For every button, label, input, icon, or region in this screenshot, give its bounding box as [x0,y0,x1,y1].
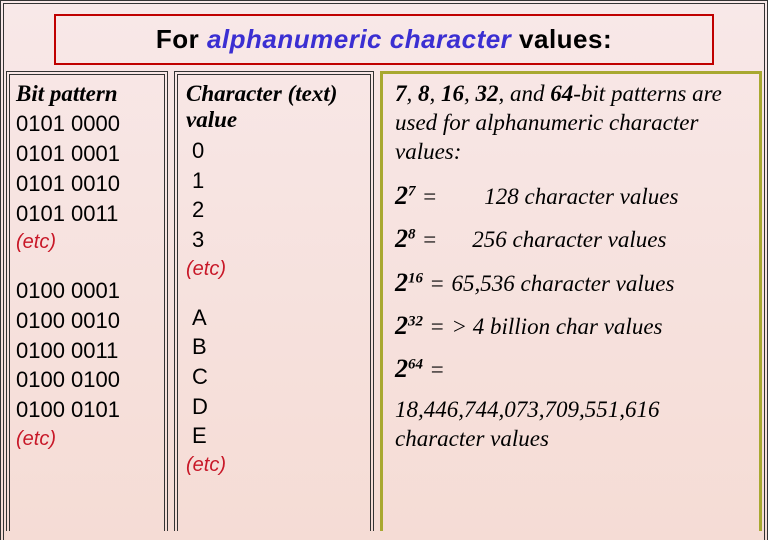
page-title: For alphanumeric character values: [54,14,714,65]
intro-text: 7, 8, 16, 32, and 64-bit patterns are us… [395,80,749,166]
power-value: 256 character values [472,227,666,252]
title-post: values: [511,24,612,54]
bit-count: 64 [550,81,573,106]
char-row: E [186,421,364,451]
char-value-column: Character (text) value 0 1 2 3 (etc) A B… [174,71,374,531]
bit-row: 0100 0100 [16,365,160,395]
char-row: C [186,362,364,392]
char-row: 0 [186,136,364,166]
power-value: 128 character values [484,184,678,209]
exponent: 16 [408,270,423,286]
col-head-char: Character (text) value [186,81,364,134]
bit-row: 0100 0011 [16,336,160,366]
char-row: D [186,392,364,422]
power-row: 216 = 65,536 character values [395,267,749,298]
exponent: 8 [408,227,416,243]
title-pre: For [156,24,207,54]
etc-label: (etc) [16,228,160,256]
etc-label: (etc) [186,451,364,479]
explanation-column: 7, 8, 16, 32, and 64-bit patterns are us… [380,71,762,531]
char-row: 2 [186,195,364,225]
char-row: 1 [186,166,364,196]
exponent: 32 [408,313,423,329]
char-row: A [186,303,364,333]
col-head-bit: Bit pattern [16,81,160,107]
char-row: B [186,332,364,362]
title-emph: alphanumeric character [207,24,511,54]
etc-label: (etc) [16,425,160,453]
exponent: 64 [408,356,423,372]
bit-count: 32 [476,81,499,106]
power-value: 65,536 character values [451,271,674,296]
power-row: 27 =128 character values [395,180,749,211]
bit-row: 0100 0001 [16,276,160,306]
char-row: 3 [186,225,364,255]
bit-row: 0100 0010 [16,306,160,336]
etc-label: (etc) [186,255,364,283]
exponent: 7 [408,184,416,200]
bit-row: 0101 0001 [16,139,160,169]
power-row: 264 = [395,353,749,384]
bit-count: 16 [441,81,464,106]
bit-row: 0100 0101 [16,395,160,425]
power-value-continued: 18,446,744,073,709,551,616 character val… [395,396,749,454]
bit-pattern-column: Bit pattern 0101 0000 0101 0001 0101 001… [6,71,168,531]
bit-count: 8 [418,81,430,106]
power-row: 232 = > 4 billion char values [395,310,749,341]
bit-row: 0101 0011 [16,199,160,229]
power-value: > 4 billion char values [451,314,662,339]
power-row: 28 =256 character values [395,223,749,254]
bit-count: 7 [395,81,407,106]
bit-row: 0101 0010 [16,169,160,199]
bit-row: 0101 0000 [16,109,160,139]
